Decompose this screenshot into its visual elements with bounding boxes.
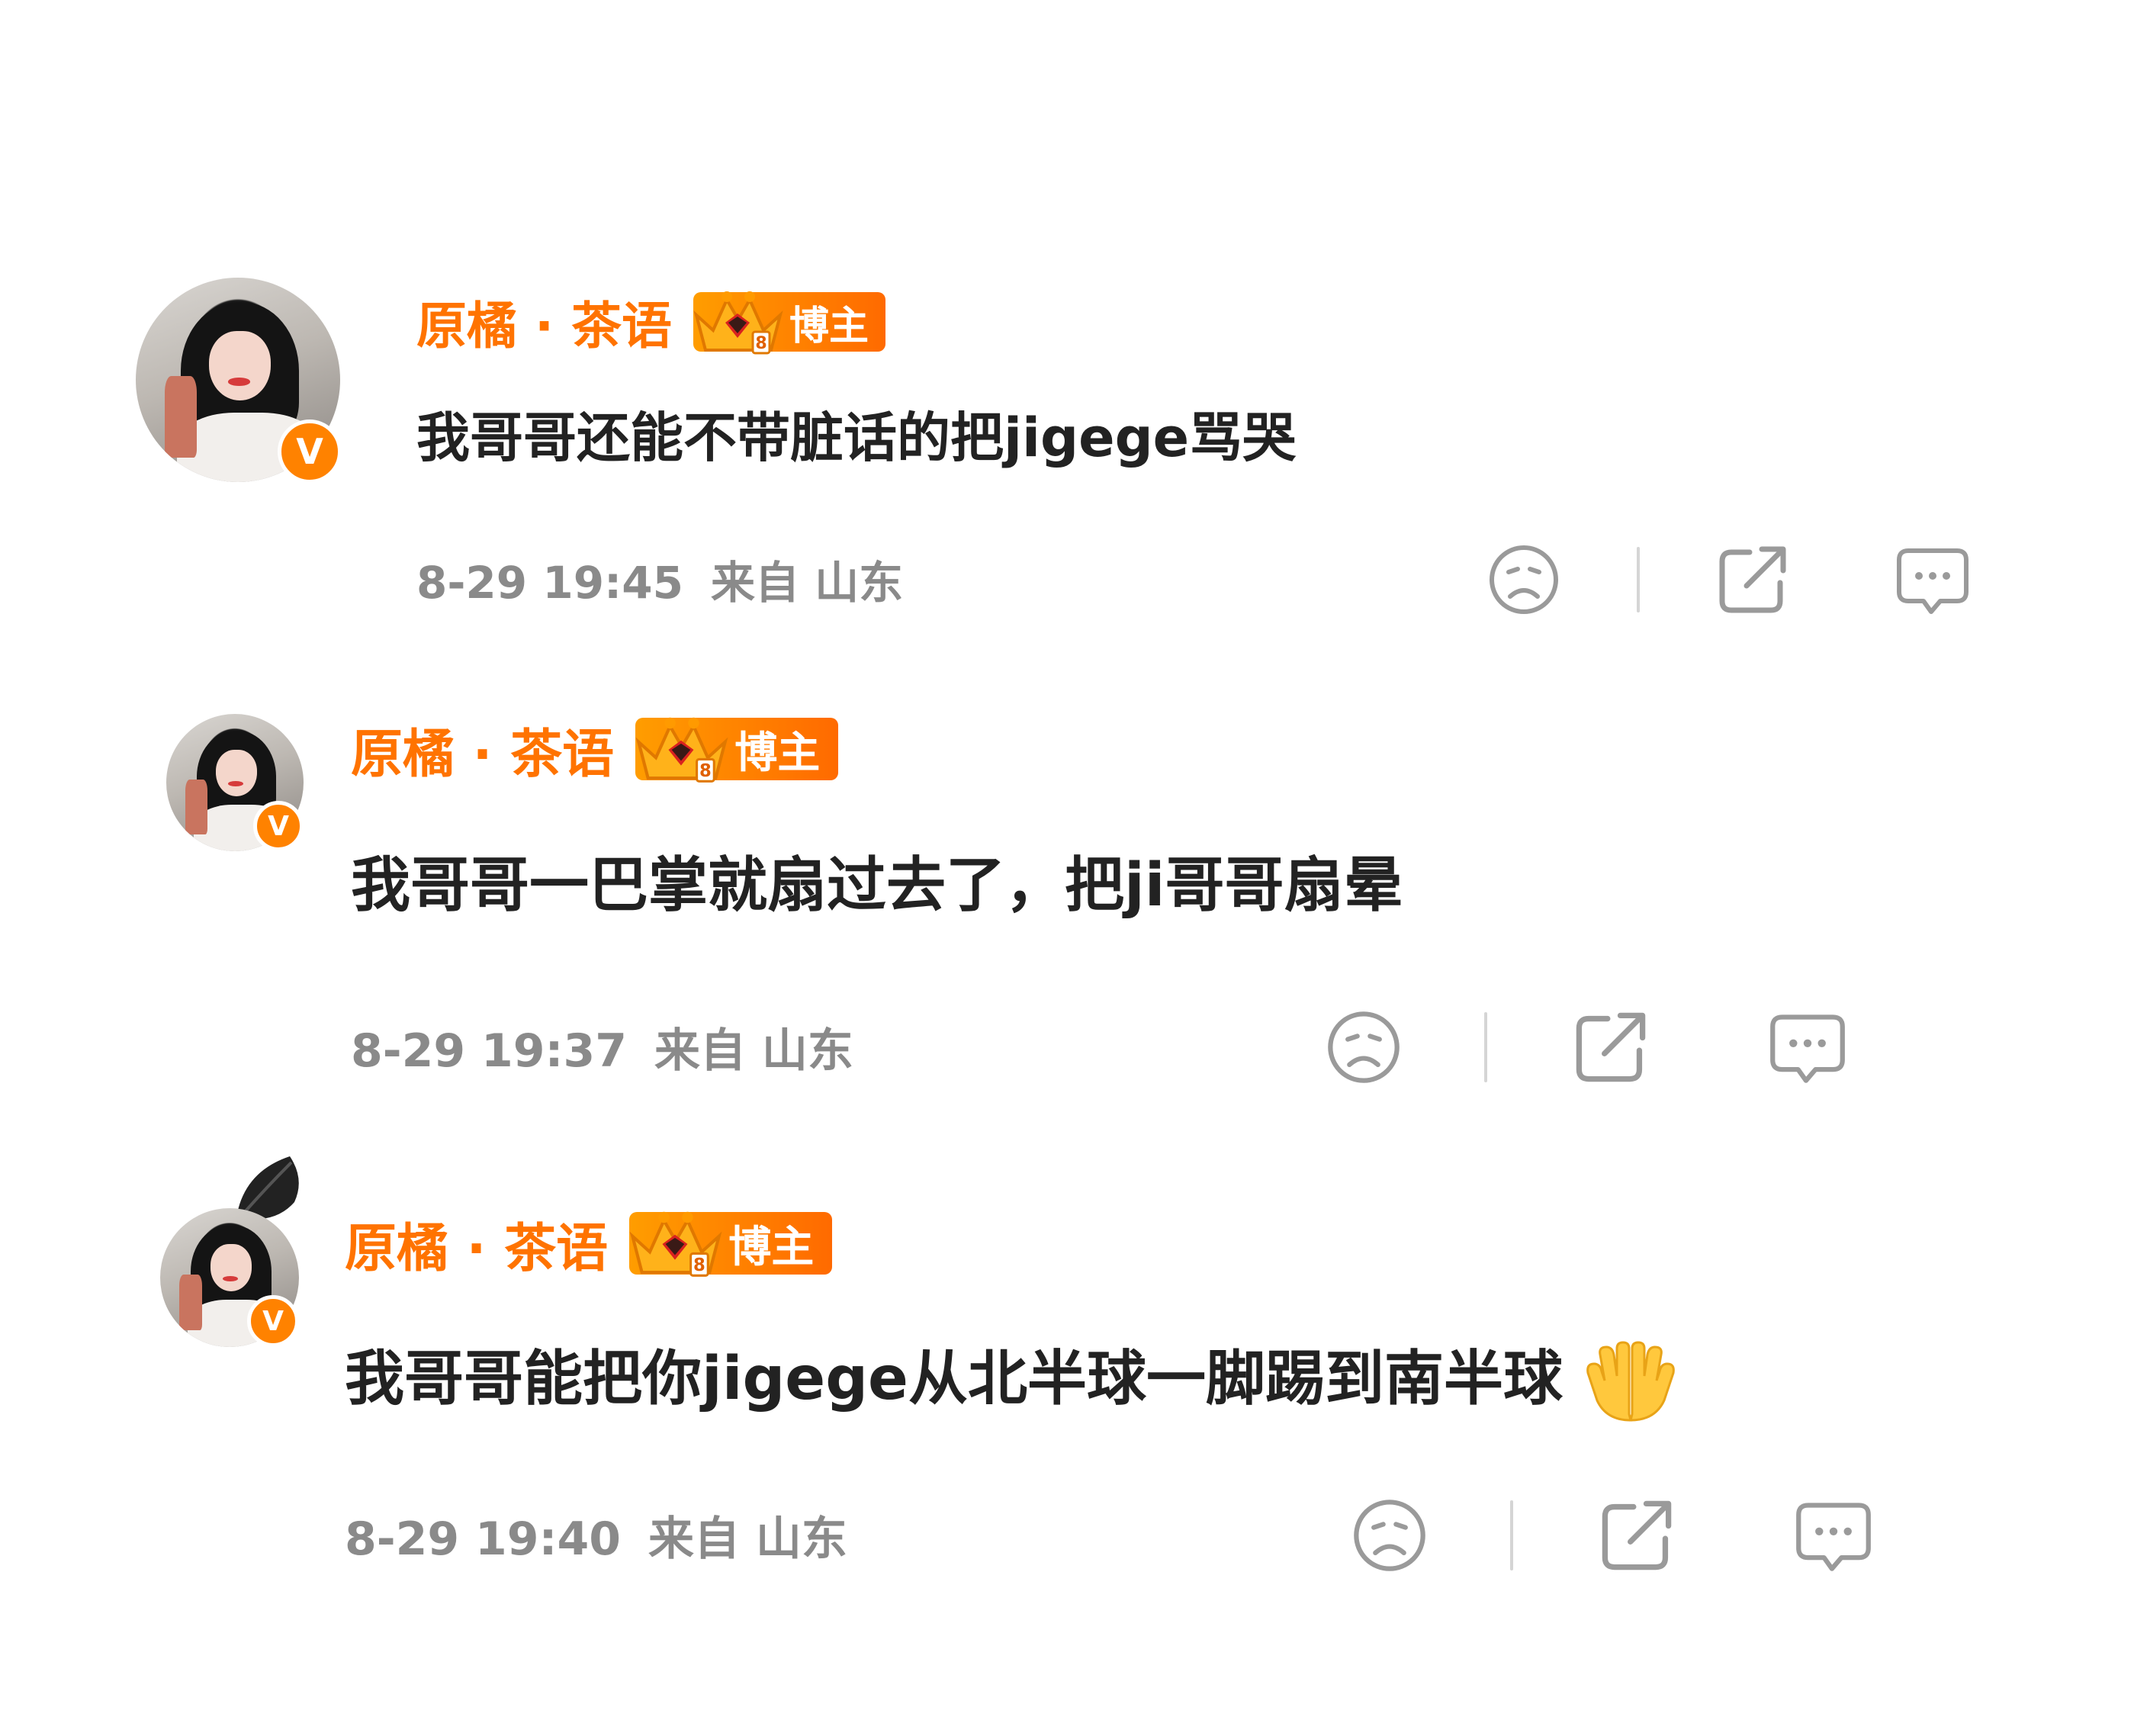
divider bbox=[1637, 547, 1640, 612]
share-icon[interactable] bbox=[1571, 1008, 1650, 1087]
verified-badge-icon: V bbox=[247, 1295, 299, 1347]
comment-location: 来自 山东 bbox=[654, 1024, 853, 1078]
palms-up-together-emoji bbox=[1586, 1341, 1675, 1422]
comment-location: 来自 山东 bbox=[648, 1513, 847, 1566]
username[interactable]: 原橘 · 茶语 bbox=[351, 712, 614, 787]
svg-text:8: 8 bbox=[699, 761, 712, 781]
blogger-badge: 8 博主 bbox=[635, 715, 839, 783]
sad-face-icon[interactable] bbox=[1486, 542, 1562, 618]
comment-bubble-icon[interactable] bbox=[1794, 1496, 1873, 1575]
svg-text:8: 8 bbox=[755, 334, 767, 353]
username[interactable]: 原橘 · 茶语 bbox=[416, 285, 672, 358]
sad-face-icon[interactable] bbox=[1350, 1496, 1429, 1575]
share-icon[interactable] bbox=[1597, 1496, 1676, 1575]
crown-icon: 8 bbox=[629, 1211, 722, 1277]
divider bbox=[1510, 1500, 1513, 1570]
comment-location: 来自 山东 bbox=[710, 557, 904, 609]
comment-time: 8-29 19:37 bbox=[351, 1024, 628, 1078]
divider bbox=[1484, 1012, 1487, 1082]
avatar[interactable]: V bbox=[166, 714, 304, 851]
blogger-badge: 8 博主 bbox=[629, 1209, 833, 1278]
avatar[interactable]: V bbox=[136, 278, 342, 484]
comment-bubble-icon[interactable] bbox=[1768, 1008, 1847, 1087]
verified-badge-icon: V bbox=[278, 420, 342, 484]
crown-icon: 8 bbox=[635, 717, 728, 783]
comment-text: 我哥哥还能不带脏话的把jigege骂哭 bbox=[416, 407, 1297, 469]
verified-badge-icon: V bbox=[253, 801, 304, 851]
username[interactable]: 原橘 · 茶语 bbox=[345, 1206, 608, 1281]
comment-text: 我哥哥能把你jigege从北半球一脚踢到南半球 bbox=[345, 1345, 1563, 1413]
sad-face-icon[interactable] bbox=[1324, 1008, 1403, 1087]
comment-item: V 原橘 · 茶语 8 博主 我哥哥能把你jigege从北半球一脚踢到南半球 8… bbox=[0, 1144, 2134, 1678]
crown-icon: 8 bbox=[693, 291, 783, 355]
avatar[interactable]: V bbox=[160, 1208, 299, 1347]
share-icon[interactable] bbox=[1715, 542, 1791, 618]
comment-item: V 原橘 · 茶语 8 博主 我哥哥还能不带脏话的把jigege骂哭 8-29 … bbox=[0, 0, 2134, 671]
blogger-badge: 8 博主 bbox=[693, 289, 886, 355]
comment-time: 8-29 19:40 bbox=[345, 1513, 622, 1566]
svg-text:8: 8 bbox=[693, 1255, 705, 1275]
comment-bubble-icon[interactable] bbox=[1895, 542, 1971, 618]
comment-time: 8-29 19:45 bbox=[416, 557, 683, 609]
comment-text: 我哥哥一巴掌就扇过去了，把ji哥哥扇晕 bbox=[351, 851, 1403, 920]
comment-item: V 原橘 · 茶语 8 博主 我哥哥一巴掌就扇过去了，把ji哥哥扇晕 8-29 … bbox=[0, 671, 2134, 1144]
